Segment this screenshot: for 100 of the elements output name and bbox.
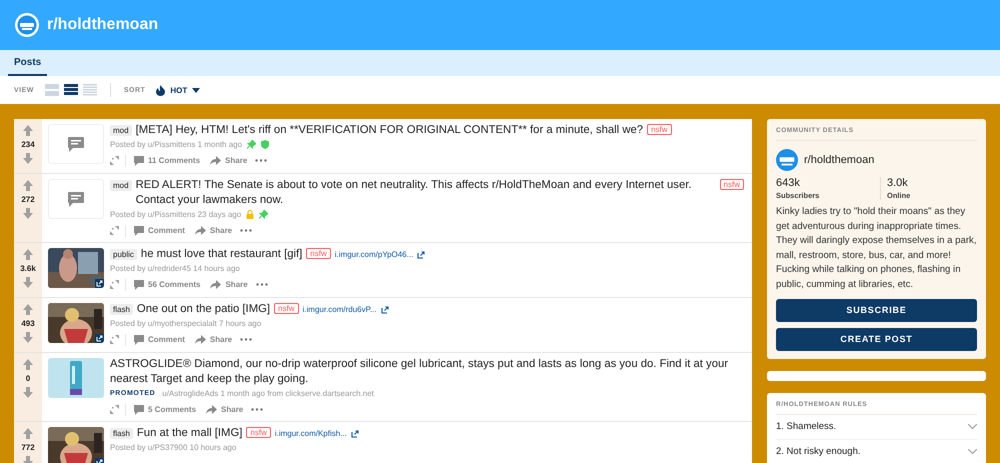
comment-icon — [134, 280, 144, 290]
post-meta: Posted by u/Pissmittens 1 month ago — [110, 140, 242, 148]
post-meta: Posted by u/myotherspecialalt 7 hours ago — [110, 318, 262, 328]
external-link-icon — [95, 334, 104, 343]
more-icon[interactable] — [251, 408, 264, 411]
post-meta: Posted by u/redrider45 14 hours ago — [110, 264, 240, 272]
share-icon — [194, 226, 206, 235]
comment-icon — [134, 334, 144, 344]
post-title[interactable]: One out on the patio [IMG] — [136, 302, 270, 317]
post-flair: flash — [110, 428, 133, 439]
share-icon — [210, 156, 222, 165]
external-link-icon — [350, 430, 359, 438]
rule-item[interactable]: 1. Shameless. — [776, 414, 977, 440]
downvote-icon[interactable] — [23, 387, 33, 398]
external-link-icon — [417, 251, 426, 259]
more-icon[interactable] — [256, 283, 268, 286]
expand-icon[interactable] — [110, 405, 119, 414]
post-flair: mod — [110, 180, 132, 191]
share-button[interactable]: Share — [208, 280, 250, 289]
upvote-icon[interactable] — [23, 359, 33, 370]
rule-item[interactable]: 2. Not risky enough. — [776, 440, 977, 463]
post-title[interactable]: RED ALERT! The Senate is about to vote on net neutrality. This affects r/HoldTheMoan and every Internet user. Contact your lawmakers now. — [136, 178, 716, 208]
vote-count: 3.6k — [20, 264, 36, 273]
post-meta: u/AstroglideAds 1 month ago from clickserve.dartsearch.net — [162, 388, 374, 398]
share-icon — [206, 405, 218, 414]
flame-icon — [156, 84, 166, 96]
more-icon[interactable] — [240, 338, 252, 341]
nsfw-tag: nsfw — [246, 427, 271, 438]
more-icon[interactable] — [240, 229, 252, 232]
comments-button[interactable]: Comment — [132, 334, 187, 344]
community-name: r/holdthemoan — [804, 154, 874, 166]
domain-link[interactable]: i.imgur.com/pYpO46... — [334, 250, 414, 259]
post-title[interactable]: ASTROGLIDE® Diamond, our no-drip waterproof silicone gel lubricant, stays put and lasts as long as you do. Find it at your nearest Target and keep the play going. — [110, 357, 744, 387]
nsfw-tag: nsfw — [274, 303, 298, 314]
community-logo-icon — [776, 149, 798, 171]
share-icon — [194, 335, 206, 344]
community-description: Kinky ladies try to "hold their moans" as they get adventurous during inappropriate times. They will daringly expose themselves in a park, mall, restroom, store, bus, car, and more! Fucking while talking on phones, flashing in public, cumming at libraries, etc. — [776, 205, 977, 292]
chevron-icon — [968, 449, 977, 454]
domain-link[interactable]: i.imgur.com/Kpfish... — [274, 429, 347, 438]
upvote-icon[interactable] — [23, 304, 33, 315]
vote-count: 493 — [21, 319, 35, 328]
domain-link[interactable]: i.imgur.com/rdu6vP... — [302, 305, 377, 314]
more-icon[interactable] — [255, 159, 268, 162]
external-link-icon — [95, 279, 104, 288]
text-post-icon — [68, 192, 84, 206]
nsfw-tag: nsfw — [306, 248, 331, 259]
upvote-icon[interactable] — [23, 249, 33, 260]
downvote-icon[interactable] — [23, 153, 33, 164]
text-post-thumbnail[interactable] — [48, 124, 104, 164]
expand-icon[interactable] — [110, 280, 119, 289]
share-button[interactable]: Share — [204, 405, 246, 414]
create-post-button[interactable]: CREATE POST — [776, 328, 977, 351]
sort-dropdown[interactable]: HOT — [156, 84, 200, 96]
comment-icon — [134, 404, 144, 414]
post-meta: Posted by u/PS37900 10 hours ago — [110, 442, 236, 452]
upvote-icon[interactable] — [23, 428, 33, 439]
downvote-icon[interactable] — [23, 277, 33, 288]
post-title[interactable]: [META] Hey, HTM! Let's riff on **VERIFICATION FOR ORIGINAL CONTENT** for a minute, shall we? — [136, 123, 644, 138]
nsfw-tag: nsfw — [720, 179, 744, 190]
share-button[interactable]: Share — [208, 156, 250, 165]
expand-icon[interactable] — [110, 335, 119, 344]
expand-icon[interactable] — [110, 226, 119, 235]
compact-view-icon[interactable] — [82, 84, 97, 96]
stat-value: 3.0k — [887, 177, 909, 189]
comments-button[interactable]: Comment — [132, 226, 187, 236]
nsfw-tag: nsfw — [647, 124, 672, 135]
upvote-icon[interactable] — [23, 125, 33, 136]
post-title[interactable]: Fun at the mall [IMG] — [136, 426, 242, 441]
share-button[interactable]: Share — [192, 226, 234, 235]
post-flair: public — [110, 249, 137, 260]
post-meta: Posted by u/Pissmittens 23 days ago — [110, 210, 242, 218]
caret-icon — [192, 88, 200, 92]
share-icon — [210, 280, 222, 289]
comment-icon — [134, 156, 144, 166]
post-flair: mod — [110, 125, 132, 136]
text-post-thumbnail[interactable] — [48, 179, 104, 219]
vote-count: 0 — [26, 374, 30, 383]
vote-count: 772 — [21, 443, 35, 452]
comments-button[interactable]: 5 Comments — [132, 404, 198, 414]
stat-value: 643k — [776, 177, 801, 189]
community-logo-icon — [15, 13, 39, 37]
community-title: r/holdthemoan — [47, 16, 158, 34]
external-link-icon — [380, 306, 389, 314]
vote-count: 272 — [21, 195, 35, 204]
classic-view-icon[interactable] — [64, 84, 78, 96]
downvote-icon[interactable] — [23, 208, 33, 219]
subscribe-button[interactable]: SUBSCRIBE — [776, 298, 977, 322]
upvote-icon[interactable] — [23, 180, 33, 191]
expand-icon[interactable] — [110, 156, 119, 165]
post-flair: flash — [110, 304, 133, 315]
comment-icon — [134, 226, 144, 236]
chevron-icon — [968, 424, 977, 430]
downvote-icon[interactable] — [23, 332, 33, 343]
share-button[interactable]: Share — [192, 335, 234, 344]
comments-button[interactable]: 11 Comments — [132, 156, 202, 166]
post-title[interactable]: he must love that restaurant [gif] — [140, 247, 302, 262]
text-post-icon — [68, 136, 84, 152]
comments-button[interactable]: 56 Comments — [132, 280, 202, 290]
vote-count: 234 — [21, 140, 35, 149]
card-view-icon[interactable] — [44, 84, 59, 96]
